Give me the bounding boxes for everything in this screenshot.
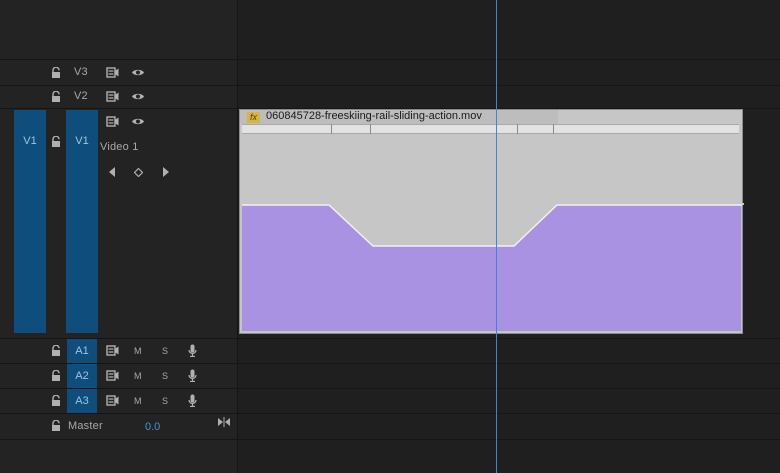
track-target-v1[interactable]: V1: [66, 110, 98, 333]
track-target-a3[interactable]: A3: [67, 389, 97, 413]
mute-button[interactable]: M: [134, 346, 142, 356]
microphone-icon[interactable]: [188, 369, 197, 382]
sync-lock-icon[interactable]: [106, 370, 119, 381]
track-label-a1: A1: [75, 345, 89, 357]
lock-icon[interactable]: [51, 67, 61, 78]
solo-button[interactable]: S: [162, 371, 168, 381]
source-patch-label: V1: [23, 135, 37, 147]
master-label: Master: [68, 420, 103, 432]
lock-icon[interactable]: [51, 91, 61, 102]
source-patch-v1[interactable]: V1: [14, 110, 46, 333]
next-keyframe-icon[interactable]: [162, 167, 170, 177]
lock-icon[interactable]: [51, 345, 61, 356]
solo-button[interactable]: S: [162, 396, 168, 406]
sync-lock-icon[interactable]: [106, 91, 119, 102]
opacity-rubberband[interactable]: [240, 203, 744, 249]
sync-lock-icon[interactable]: [106, 67, 119, 78]
lock-icon[interactable]: [51, 420, 61, 431]
track-target-a2[interactable]: A2: [67, 364, 97, 388]
track-row-v3: V3: [0, 60, 237, 85]
frame-marker: [331, 124, 332, 134]
mute-button[interactable]: M: [134, 371, 142, 381]
track-label-v3[interactable]: V3: [74, 66, 88, 78]
lock-icon[interactable]: [51, 395, 61, 406]
track-label-a3: A3: [75, 395, 89, 407]
track-row-a3: A3 M S: [0, 389, 237, 413]
eye-icon[interactable]: [131, 92, 145, 101]
track-label-v1: V1: [75, 135, 89, 147]
frame-marker: [370, 124, 371, 134]
solo-button[interactable]: S: [162, 346, 168, 356]
track-row-v2: V2: [0, 86, 237, 108]
header-divider: [237, 0, 238, 473]
eye-icon[interactable]: [131, 68, 145, 77]
sync-lock-icon[interactable]: [106, 395, 119, 406]
track-row-a2: A2 M S: [0, 364, 237, 388]
mute-button[interactable]: M: [134, 396, 142, 406]
add-keyframe-icon[interactable]: [134, 168, 143, 177]
clip-thumb-strip: [242, 124, 739, 134]
track-name-video-1: Video 1: [100, 141, 139, 153]
frame-marker: [553, 124, 554, 134]
lock-icon[interactable]: [51, 370, 61, 381]
track-target-a1[interactable]: A1: [67, 339, 97, 363]
microphone-icon[interactable]: [188, 394, 197, 407]
track-row-master: Master 0.0: [0, 414, 237, 439]
go-to-edit-point-icon[interactable]: [218, 417, 230, 427]
track-label-v2[interactable]: V2: [74, 90, 88, 102]
fx-badge[interactable]: fx: [247, 112, 260, 123]
eye-icon[interactable]: [131, 117, 145, 126]
frame-marker: [517, 124, 518, 134]
track-label-a2: A2: [75, 370, 89, 382]
video-clip[interactable]: fx 060845728-freeskiing-rail-sliding-act…: [239, 109, 744, 334]
master-volume-value[interactable]: 0.0: [145, 421, 160, 433]
lock-icon[interactable]: [51, 136, 61, 147]
sync-lock-icon[interactable]: [106, 116, 119, 127]
track-row-a1: A1 M S: [0, 339, 237, 363]
clip-title: 060845728-freeskiing-rail-sliding-action…: [266, 110, 482, 122]
row-divider: [0, 439, 780, 440]
playhead-line[interactable]: [496, 0, 497, 473]
previous-keyframe-icon[interactable]: [108, 167, 116, 177]
microphone-icon[interactable]: [188, 344, 197, 357]
sync-lock-icon[interactable]: [106, 345, 119, 356]
